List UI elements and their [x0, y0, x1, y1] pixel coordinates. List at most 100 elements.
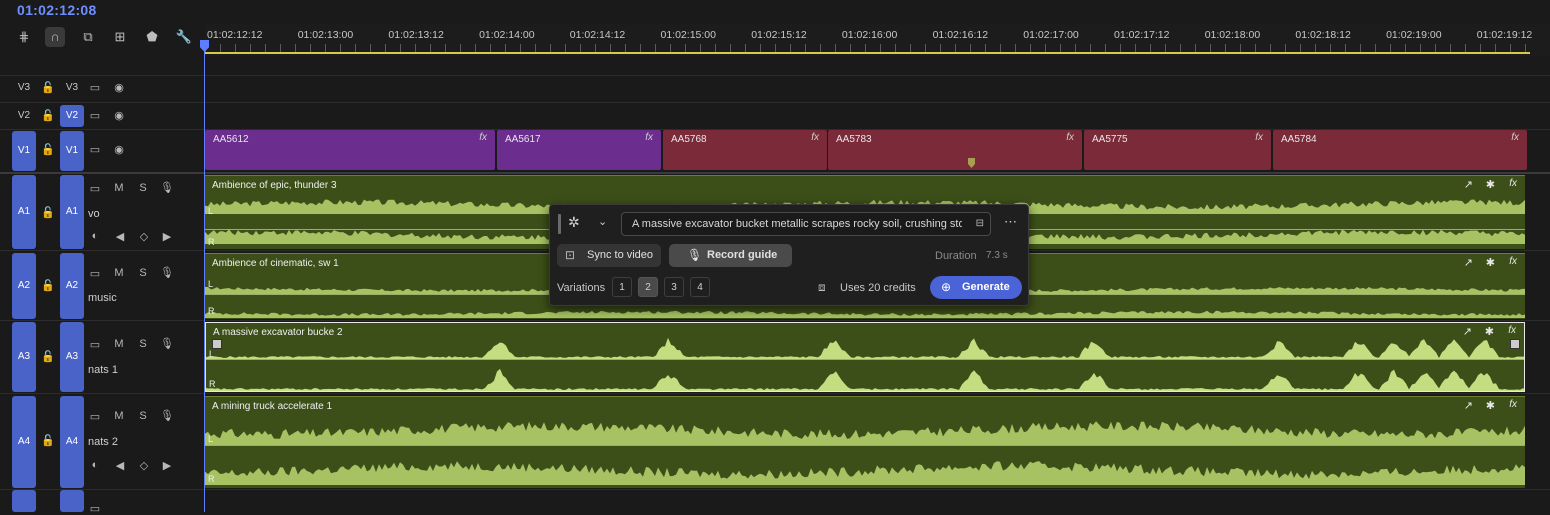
lock-icon[interactable]: 🔓: [41, 279, 55, 292]
sync-lock-icon[interactable]: ▭: [88, 109, 102, 122]
solo-button[interactable]: S: [136, 182, 150, 194]
fx-icon[interactable]: fx: [811, 132, 819, 143]
add-keyframe-icon[interactable]: ◇: [137, 459, 151, 472]
track-target-v2[interactable]: V2: [60, 105, 84, 127]
sync-lock-icon[interactable]: ▭: [88, 338, 102, 351]
snap-magnet-icon[interactable]: ∩: [45, 27, 65, 47]
source-patch-v1[interactable]: V1: [12, 131, 36, 171]
video-clip[interactable]: AA5784 fx: [1273, 130, 1527, 170]
sync-lock-icon[interactable]: ▭: [88, 182, 102, 195]
prompt-input[interactable]: A massive excavator bucket metallic scra…: [621, 212, 991, 236]
keyframe-toggle-icon[interactable]: ◐: [88, 459, 102, 471]
lock-icon[interactable]: 🔓: [41, 206, 55, 219]
insert-snap-icon[interactable]: ⋕: [14, 27, 34, 47]
source-patch-a3[interactable]: A3: [12, 322, 36, 392]
fx-icon[interactable]: fx: [479, 132, 487, 143]
source-patch-v3[interactable]: V3: [14, 82, 34, 93]
video-clip[interactable]: AA5768 fx: [663, 130, 827, 170]
current-timecode[interactable]: 01:02:12:08: [17, 2, 97, 18]
mic-icon[interactable]: 🎙: [160, 409, 174, 422]
mic-icon[interactable]: 🎙: [160, 181, 174, 194]
sync-to-video-button[interactable]: ⊡ Sync to video: [557, 244, 661, 267]
track-name[interactable]: nats 2: [88, 436, 118, 448]
fade-handle-icon[interactable]: [212, 339, 222, 349]
add-marker-icon[interactable]: ⊞: [110, 27, 130, 47]
drag-handle[interactable]: [558, 214, 561, 234]
track-target-a2[interactable]: A2: [60, 253, 84, 319]
audio-clip-selected[interactable]: A massive excavator bucke 2 L R ↗ ✱ fx: [205, 322, 1525, 392]
mute-button[interactable]: M: [112, 338, 126, 350]
fx-icon[interactable]: fx: [1508, 325, 1516, 336]
next-keyframe-icon[interactable]: ▶: [160, 230, 174, 243]
eye-icon[interactable]: ◉: [112, 81, 126, 94]
fade-handle-icon[interactable]: [1510, 339, 1520, 349]
wrench-icon[interactable]: 🔧: [174, 27, 194, 47]
track-name[interactable]: music: [88, 292, 117, 304]
solo-button[interactable]: S: [136, 410, 150, 422]
chevron-down-icon[interactable]: ⌄: [598, 215, 607, 228]
track-name[interactable]: vo: [88, 208, 100, 220]
source-patch-v2[interactable]: V2: [14, 110, 34, 121]
solo-button[interactable]: S: [136, 267, 150, 279]
sync-lock-icon[interactable]: ▭: [88, 143, 102, 156]
fx-icon[interactable]: fx: [645, 132, 653, 143]
sync-lock-icon[interactable]: ▭: [88, 267, 102, 280]
mute-button[interactable]: M: [112, 267, 126, 279]
variation-4-button[interactable]: 4: [690, 277, 710, 297]
mute-button[interactable]: M: [112, 182, 126, 194]
work-area-bar[interactable]: [205, 52, 1530, 54]
mic-icon[interactable]: 🎙: [160, 266, 174, 279]
lock-icon[interactable]: 🔓: [41, 81, 55, 94]
prev-keyframe-icon[interactable]: ◀: [113, 230, 127, 243]
add-keyframe-icon[interactable]: ◇: [137, 230, 151, 243]
eye-icon[interactable]: ◉: [112, 143, 126, 156]
pin-icon[interactable]: ↗: [1464, 178, 1473, 191]
track-name[interactable]: nats 1: [88, 364, 118, 376]
next-keyframe-icon[interactable]: ▶: [160, 459, 174, 472]
audio-clip[interactable]: A mining truck accelerate 1 L R ↗ ✱ fx: [205, 396, 1525, 488]
sparkle-icon[interactable]: ✱: [1485, 325, 1494, 338]
pin-icon[interactable]: ↗: [1464, 399, 1473, 412]
pin-icon[interactable]: ↗: [1463, 325, 1472, 338]
source-patch-a1[interactable]: A1: [12, 175, 36, 249]
lock-icon[interactable]: 🔓: [41, 143, 55, 156]
track-target-v1[interactable]: V1: [60, 131, 84, 171]
record-guide-button[interactable]: 🎙 Record guide: [669, 244, 792, 267]
eye-icon[interactable]: ◉: [112, 109, 126, 122]
prompt-text[interactable]: A massive excavator bucket metallic scra…: [632, 218, 962, 230]
fx-icon[interactable]: fx: [1255, 132, 1263, 143]
sparkle-icon[interactable]: ✱: [1486, 178, 1495, 191]
generate-button[interactable]: ⊕ Generate: [930, 276, 1022, 299]
more-options-icon[interactable]: ⋯: [1004, 214, 1017, 230]
source-patch-a2[interactable]: A2: [12, 253, 36, 319]
track-target-v3[interactable]: V3: [62, 82, 82, 93]
playhead-line[interactable]: [204, 40, 205, 512]
prev-keyframe-icon[interactable]: ◀: [113, 459, 127, 472]
sync-lock-icon[interactable]: ▭: [88, 81, 102, 94]
prompt-settings-icon[interactable]: ⊟: [976, 218, 984, 229]
time-ruler[interactable]: 01:02:12:12 01:02:13:00 01:02:13:12 01:02:1…: [205, 24, 1550, 56]
linked-selection-icon[interactable]: ⧉: [78, 27, 98, 47]
sync-lock-icon[interactable]: ▭: [88, 410, 102, 423]
variation-2-button[interactable]: 2: [638, 277, 658, 297]
keyframe-toggle-icon[interactable]: ◐: [88, 230, 102, 242]
track-target-a3[interactable]: A3: [60, 322, 84, 392]
marker-icon[interactable]: ⬟: [142, 27, 162, 47]
sparkle-icon[interactable]: ✱: [1486, 399, 1495, 412]
video-clip[interactable]: AA5783 fx: [828, 130, 1082, 170]
source-patch-a4[interactable]: A4: [12, 396, 36, 488]
track-target-a4[interactable]: A4: [60, 396, 84, 488]
variation-1-button[interactable]: 1: [612, 277, 632, 297]
video-clip[interactable]: AA5612 fx: [205, 130, 495, 170]
video-clip[interactable]: AA5775 fx: [1084, 130, 1271, 170]
lock-icon[interactable]: 🔓: [41, 350, 55, 363]
source-patch-a5[interactable]: [12, 490, 36, 512]
video-clip[interactable]: AA5617 fx: [497, 130, 661, 170]
variation-3-button[interactable]: 3: [664, 277, 684, 297]
mute-button[interactable]: M: [112, 410, 126, 422]
solo-button[interactable]: S: [136, 338, 150, 350]
duration-value[interactable]: 7.3 s: [986, 250, 1008, 261]
pin-icon[interactable]: ↗: [1464, 256, 1473, 269]
fx-icon[interactable]: fx: [1066, 132, 1074, 143]
fx-icon[interactable]: fx: [1511, 132, 1519, 143]
